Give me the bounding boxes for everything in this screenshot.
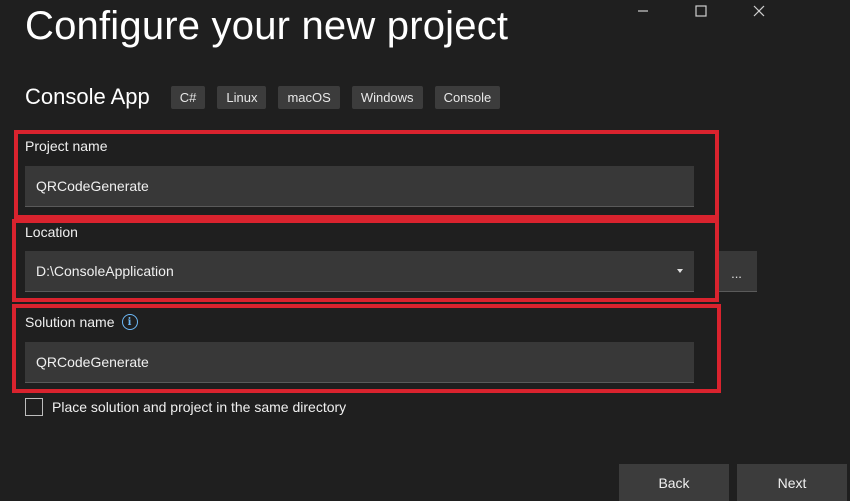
tag-platform-linux: Linux — [217, 85, 267, 109]
page-title: Configure your new project — [25, 4, 509, 48]
solution-name-input[interactable] — [25, 342, 694, 383]
solution-name-label-row: Solution name i — [25, 314, 138, 330]
location-value: D:\ConsoleApplication — [36, 263, 174, 279]
same-directory-label: Place solution and project in the same d… — [52, 399, 347, 415]
tag-language: C# — [170, 85, 206, 109]
next-button[interactable]: Next — [737, 464, 847, 501]
project-name-label: Project name — [25, 138, 108, 154]
chevron-down-icon[interactable] — [677, 269, 683, 273]
close-button[interactable] — [730, 0, 788, 22]
template-summary: Console App C# Linux macOS Windows Conso… — [25, 84, 512, 110]
minimize-button[interactable] — [614, 0, 672, 22]
project-name-input[interactable] — [25, 166, 694, 207]
solution-name-label: Solution name — [25, 314, 115, 330]
location-label: Location — [25, 224, 78, 240]
tag-platform-windows: Windows — [351, 85, 423, 109]
tag-platform-macos: macOS — [278, 85, 340, 109]
window-controls — [614, 0, 788, 22]
back-button[interactable]: Back — [619, 464, 729, 501]
tag-project-type: Console — [434, 85, 501, 109]
configure-project-dialog: Configure your new project Console App C… — [0, 0, 850, 501]
browse-location-button[interactable]: ... — [716, 251, 757, 292]
same-directory-option[interactable]: Place solution and project in the same d… — [25, 398, 346, 416]
info-icon[interactable]: i — [121, 314, 138, 330]
location-combobox[interactable]: D:\ConsoleApplication — [25, 251, 694, 292]
minimize-icon — [638, 10, 648, 12]
same-directory-checkbox[interactable] — [25, 398, 43, 416]
template-name: Console App — [25, 84, 150, 109]
close-icon — [753, 5, 765, 17]
maximize-icon — [695, 5, 707, 17]
maximize-button[interactable] — [672, 0, 730, 22]
